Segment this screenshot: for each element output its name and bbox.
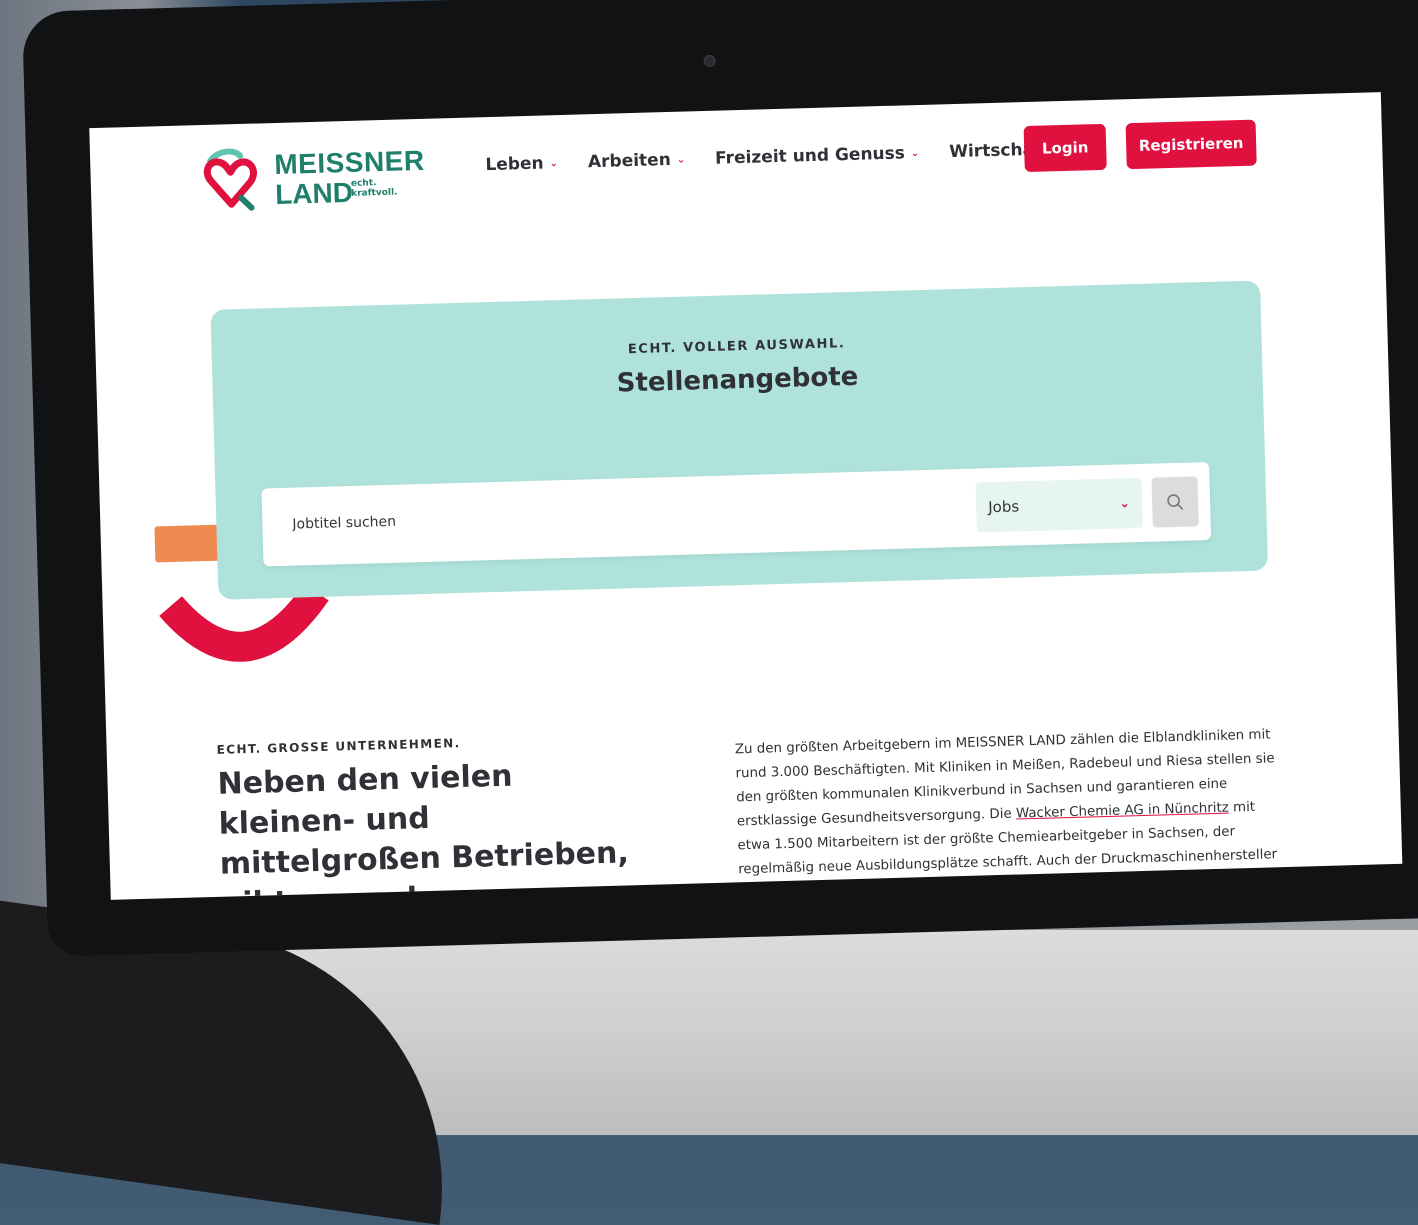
nav-item-leben[interactable]: Leben ⌄ [485,153,558,175]
job-search-bar: Jobs ⌄ [261,462,1212,567]
job-search-hero: ECHT. VOLLER AUSWAHL. Stellenangebote Jo… [210,280,1269,600]
search-icon [1167,494,1184,510]
search-button[interactable] [1151,476,1199,528]
website-screen: MEISSNER LAND echt. kraftvoll. Leben ⌄ A… [89,92,1403,900]
logo-tagline: echt. kraftvoll. [350,178,398,199]
chevron-down-icon: ⌄ [1119,495,1131,512]
site-logo[interactable]: MEISSNER LAND echt. kraftvoll. [200,141,425,217]
nav-item-freizeit[interactable]: Freizeit und Genuss ⌄ [714,143,920,169]
category-select[interactable]: Jobs ⌄ [975,477,1143,533]
nav-label: Freizeit und Genuss [714,143,906,169]
job-title-search-input[interactable] [290,497,955,534]
monitor: MEISSNER LAND echt. kraftvoll. Leben ⌄ A… [22,0,1418,957]
logo-text-line2: LAND [274,176,354,210]
nav-label: Leben [485,153,544,176]
login-button[interactable]: Login [1023,123,1107,173]
camera-icon [703,54,716,67]
chevron-down-icon: ⌄ [676,154,686,166]
section-heading: Neben den vielen kleinen- und mittelgroß… [217,758,630,900]
chevron-down-icon: ⌄ [910,147,920,159]
category-select-value: Jobs [987,497,1020,517]
register-button[interactable]: Registrieren [1125,119,1257,170]
section-body-text: Zu den größten Arbeitgebern im MEISSNER … [735,723,1284,899]
heart-logo-icon [203,148,257,211]
logo-text-line1: MEISSNER [273,144,425,181]
main-navigation: Leben ⌄ Arbeiten ⌄ Freizeit und Genuss ⌄… [485,138,1094,175]
wacker-chemie-link[interactable]: Wacker Chemie AG in Nünchritz [1016,801,1229,822]
nav-label: Arbeiten [587,149,672,173]
section-eyebrow: ECHT. GROSSE UNTERNEHMEN. [216,736,461,757]
chevron-down-icon: ⌄ [549,157,559,169]
nav-item-arbeiten[interactable]: Arbeiten ⌄ [587,149,686,173]
